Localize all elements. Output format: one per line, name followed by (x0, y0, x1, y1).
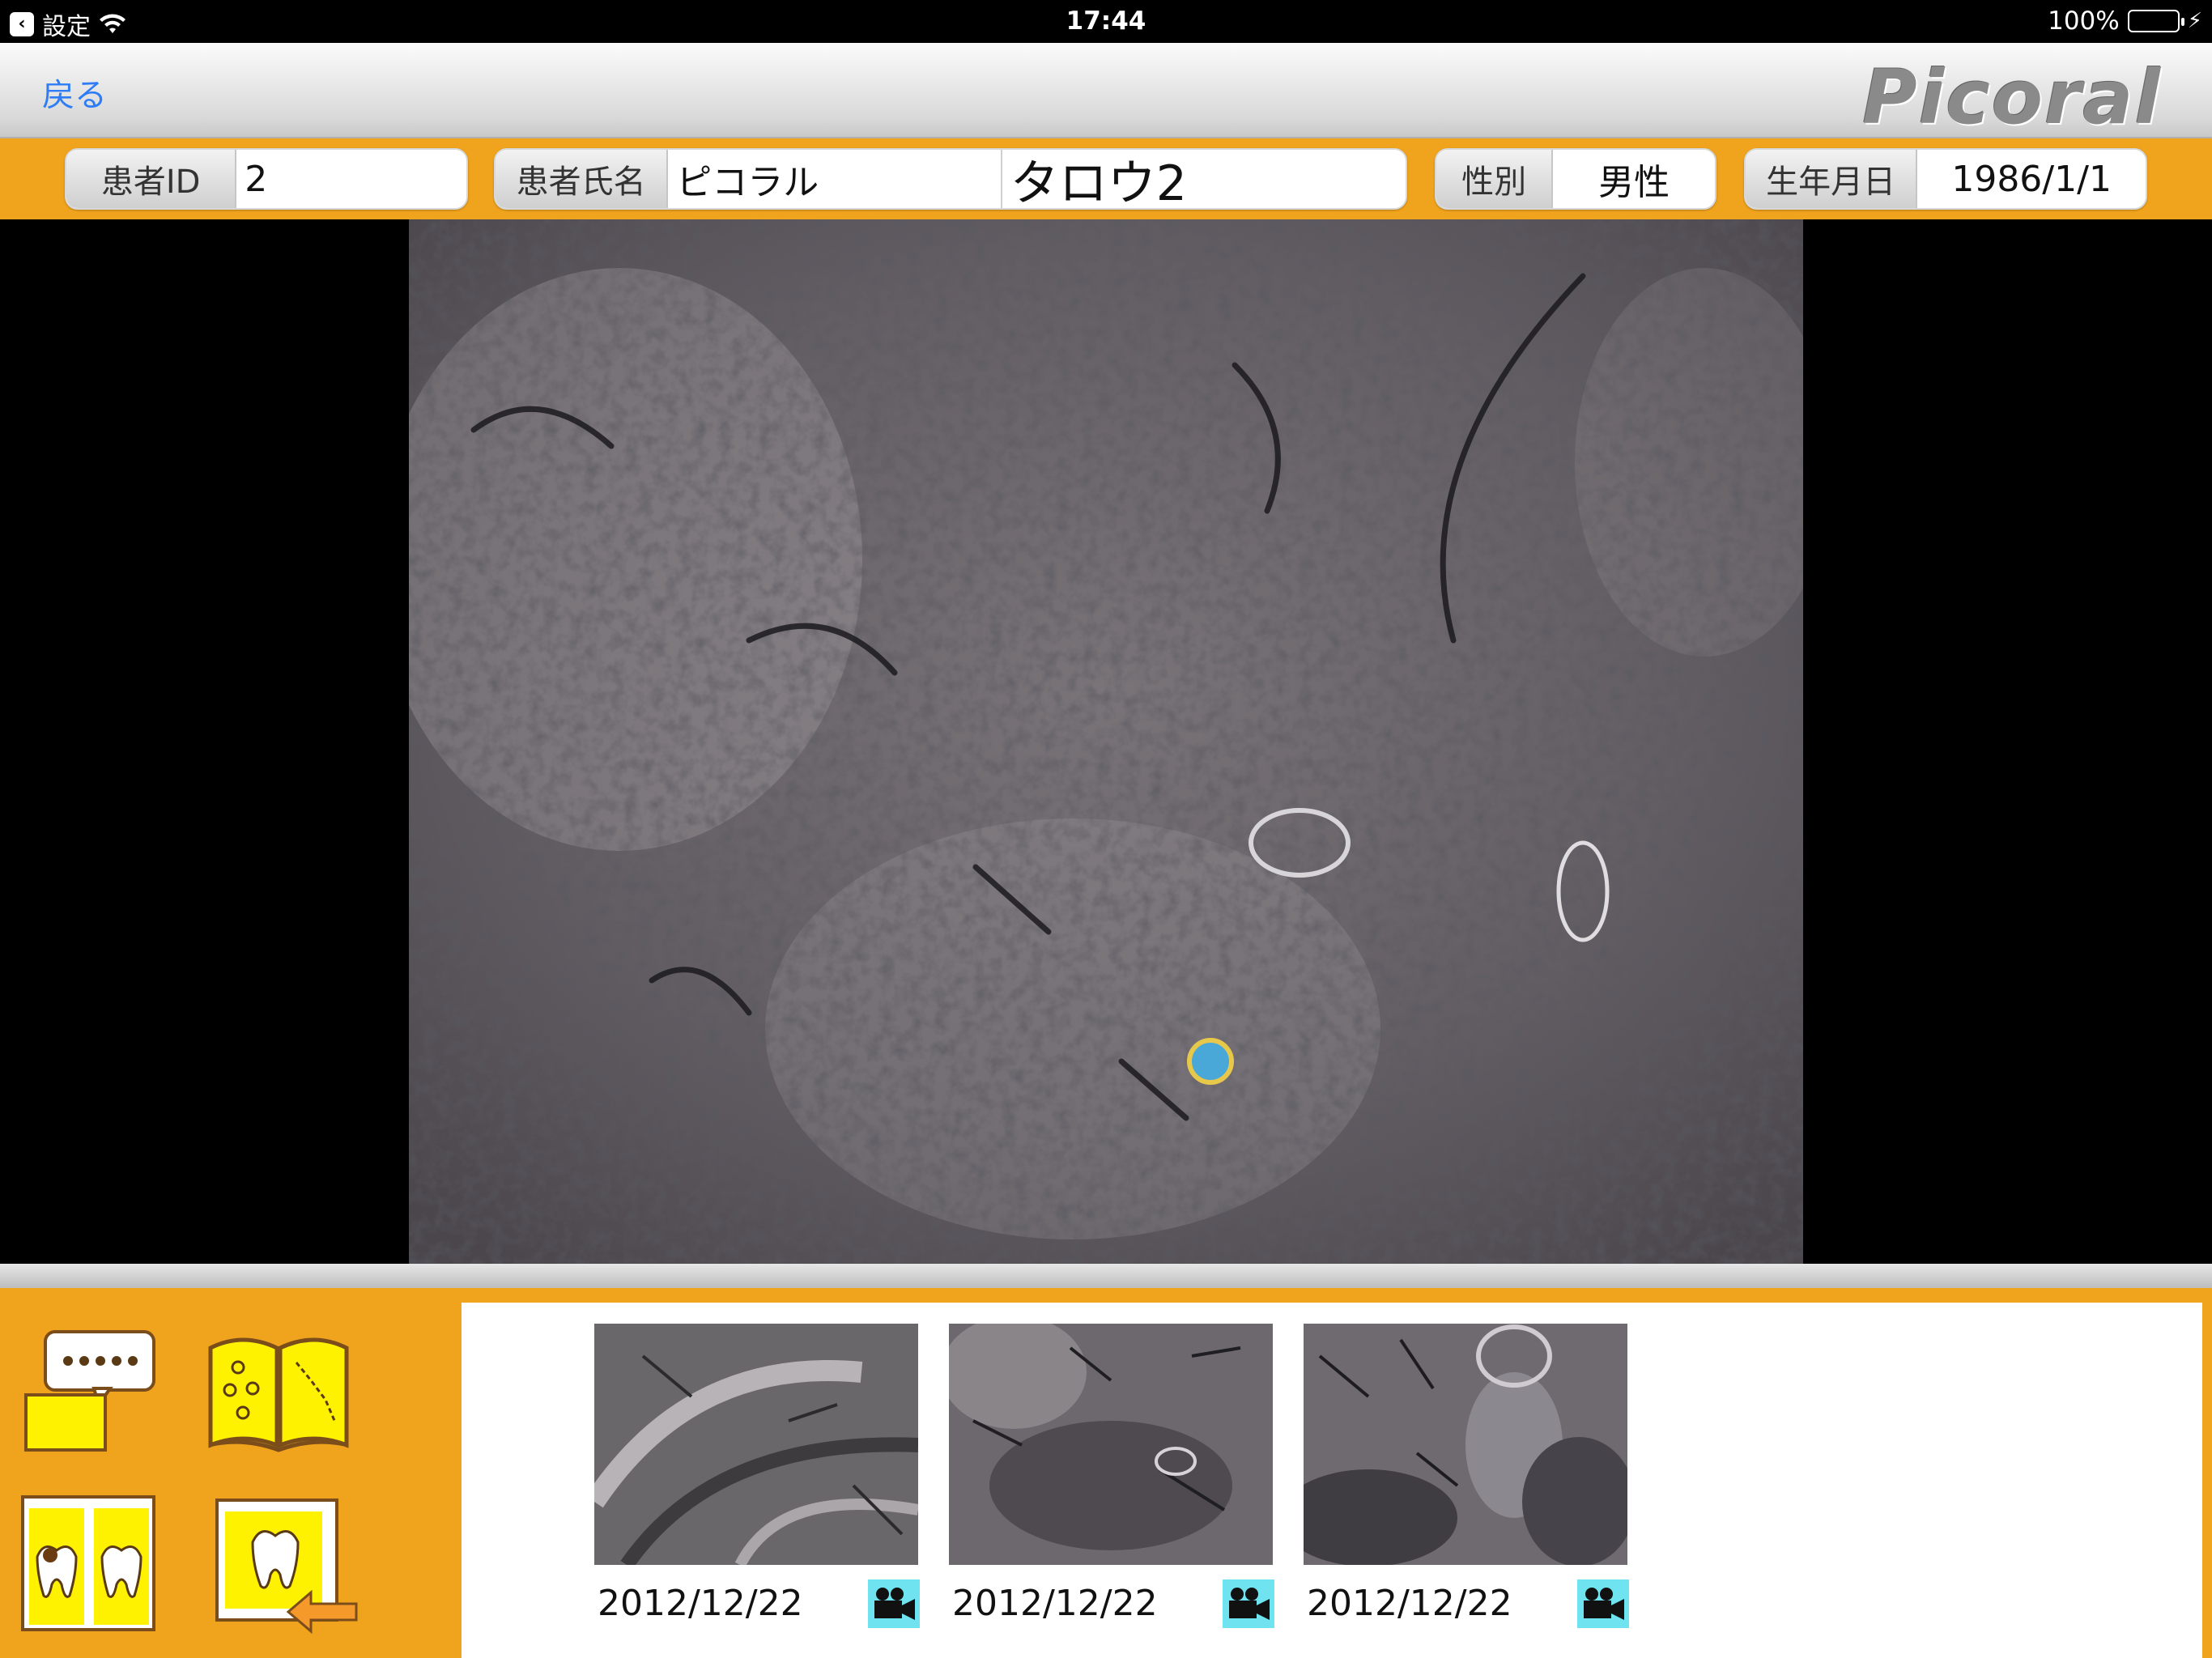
bacteria-book-icon (208, 1337, 349, 1452)
video-date: 2012/12/22 (1307, 1583, 1512, 1624)
patient-id-label: 患者ID (66, 150, 237, 208)
patient-sex-field: 性別 男性 (1435, 148, 1716, 210)
bottom-panel: 2012/12/22 2012/12/22 2012/12/22 (0, 1288, 2212, 1658)
tooth-import-button[interactable] (214, 1497, 359, 1639)
tooth-compare-icon (21, 1495, 155, 1631)
video-thumbnail-image[interactable] (594, 1324, 918, 1565)
patient-dob-value: 1986/1/1 (1917, 150, 2146, 208)
bacteria-book-button[interactable] (206, 1332, 351, 1456)
patient-info-bar: 患者ID 2 患者氏名 ピコラル タロウ2 性別 男性 生年月日 1986/1/… (0, 138, 2212, 219)
tooth-compare-button[interactable] (19, 1494, 157, 1636)
video-date: 2012/12/22 (598, 1583, 803, 1624)
patient-first-name: タロウ2 (1000, 150, 1406, 208)
patient-name-label: 患者氏名 (496, 150, 669, 208)
video-thumbnail[interactable]: 2012/12/22 (594, 1324, 920, 1628)
patient-dob-label: 生年月日 (1746, 150, 1918, 208)
patient-sex-value: 男性 (1553, 150, 1715, 208)
navigation-bar: 戻る Picoral (0, 43, 2212, 141)
status-time: 17:44 (1066, 6, 1146, 36)
video-thumbnail[interactable]: 2012/12/22 (1304, 1324, 1629, 1628)
panel-separator (0, 1264, 2212, 1288)
patient-last-name: ピコラル (668, 150, 1001, 208)
patient-dob-field: 生年月日 1986/1/1 (1744, 148, 2147, 210)
battery-percent: 100% (2048, 6, 2120, 36)
patient-name-field: 患者氏名 ピコラル タロウ2 (494, 148, 1407, 210)
microscope-video-frame[interactable] (409, 219, 1803, 1264)
back-button[interactable]: 戻る (42, 69, 107, 116)
charging-icon: ⚡ (2187, 9, 2202, 33)
patient-id-value: 2 (236, 150, 466, 208)
patient-id-field: 患者ID 2 (65, 148, 468, 210)
picoral-logo: Picoral (1862, 54, 2162, 141)
video-date: 2012/12/22 (952, 1583, 1158, 1624)
status-right: 100% ⚡ (2048, 6, 2202, 36)
video-camera-icon (1223, 1579, 1274, 1628)
video-thumbnail-image[interactable] (1304, 1324, 1627, 1565)
patient-sex-label: 性別 (1436, 150, 1554, 208)
battery-icon (2127, 10, 2184, 32)
comment-icon (24, 1330, 155, 1452)
status-bar: ‹ 設定 17:44 100% ⚡ (0, 0, 2212, 43)
video-camera-icon (868, 1579, 920, 1628)
video-thumbnail-image[interactable] (949, 1324, 1273, 1565)
video-camera-icon (1577, 1579, 1629, 1628)
comment-tool-button[interactable] (21, 1325, 159, 1458)
tooth-import-icon (215, 1499, 358, 1635)
video-thumbnail[interactable]: 2012/12/22 (949, 1324, 1274, 1628)
